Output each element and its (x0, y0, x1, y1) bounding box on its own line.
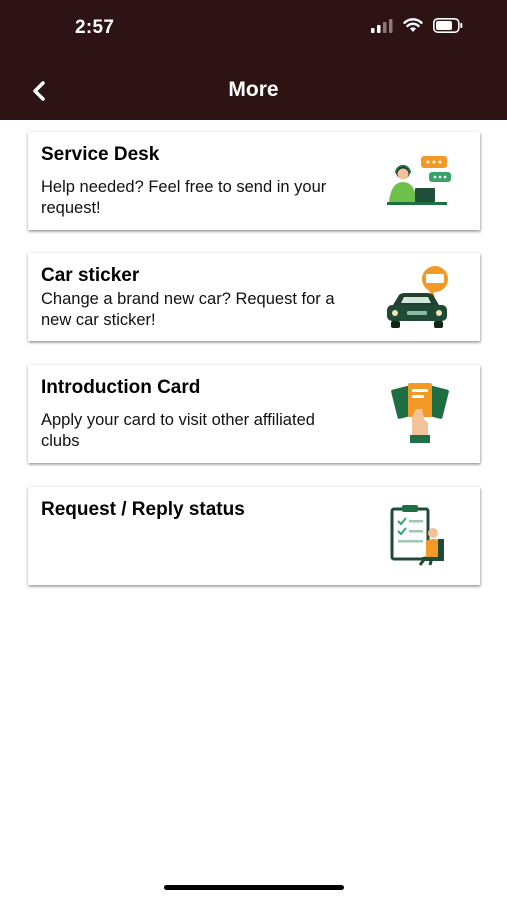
introduction-card-icon (391, 383, 449, 443)
card-description: Change a brand new car? Request for a ne… (41, 290, 335, 329)
request-reply-status-card[interactable]: Request / Reply status (28, 487, 480, 585)
status-time: 2:57 (75, 17, 115, 38)
wifi-icon (403, 18, 423, 32)
battery-icon (433, 18, 463, 33)
customer-support-icon (387, 156, 451, 205)
introduction-card-card[interactable]: Introduction Card Apply your card to vis… (28, 365, 480, 463)
card-title: Request / Reply status (41, 499, 245, 520)
card-description: Apply your card to visit other affiliate… (41, 411, 315, 450)
status-icons (371, 18, 463, 33)
car-sticker-icon (387, 266, 448, 328)
request-status-icon (390, 505, 444, 566)
car-sticker-card[interactable]: Car sticker Change a brand new car? Requ… (28, 253, 480, 341)
card-title: Car sticker (41, 265, 140, 286)
card-description: Help needed? Feel free to send in your r… (41, 178, 327, 217)
top-bar: 2:57 More (0, 0, 507, 120)
service-desk-card[interactable]: Service Desk Help needed? Feel free to s… (28, 132, 480, 230)
home-indicator[interactable] (164, 885, 344, 890)
card-title: Service Desk (41, 144, 160, 165)
page-title: More (228, 78, 279, 101)
card-title: Introduction Card (41, 377, 201, 398)
signal-icon (371, 18, 393, 33)
